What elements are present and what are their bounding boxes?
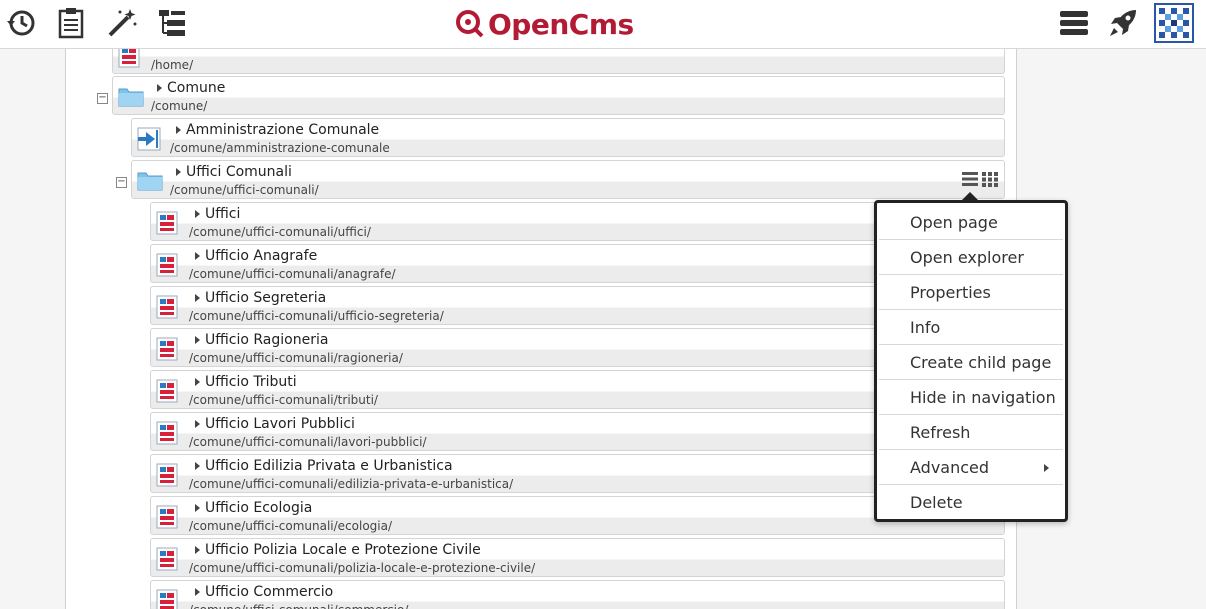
context-menu-item-label: Open page: [910, 213, 998, 232]
tree-row-title: Ufficio Segreteria: [205, 290, 327, 306]
tree-row-path: /comune/uffici-comunali/commercio/: [189, 603, 408, 609]
page-icon: [118, 49, 142, 68]
context-menu-item-label: Hide in navigation: [910, 388, 1056, 407]
tree-row-title: Comune: [167, 80, 226, 96]
opencms-logo: OpenCms: [454, 6, 634, 42]
tree-row-path: /comune/uffici-comunali/tributi/: [189, 393, 378, 407]
expand-arrow-icon[interactable]: [195, 546, 200, 554]
folder-icon: [118, 85, 144, 107]
tree-row-path: /home/: [151, 58, 194, 72]
expand-arrow-icon[interactable]: [195, 504, 200, 512]
submenu-arrow-icon: [1044, 464, 1049, 472]
menu-icon[interactable]: [1056, 5, 1092, 41]
context-menu-item-label: Refresh: [910, 423, 971, 442]
sitemap-icon[interactable]: [154, 5, 190, 41]
tree-row[interactable]: Comune/comune/: [112, 76, 1005, 115]
context-menu: Open page Open explorer Properties Info Crea…: [874, 200, 1068, 522]
expand-arrow-icon[interactable]: [176, 168, 181, 176]
context-menu-item-label: Advanced: [910, 458, 990, 477]
tree-row[interactable]: Ufficio Commercio/comune/uffici-comunali…: [150, 580, 1005, 609]
tree-row-title: Ufficio Lavori Pubblici: [205, 416, 355, 432]
page-icon: [156, 211, 180, 235]
context-menu-item-label: Create child page: [910, 353, 1052, 372]
tree-row-path: /comune/amministrazione-comunale: [170, 141, 390, 155]
context-menu-item-label: Open explorer: [910, 248, 1024, 267]
context-menu-item-label: Properties: [910, 283, 991, 302]
page-icon: [156, 337, 180, 361]
tree-row-path: /comune/uffici-comunali/edilizia-privata…: [189, 477, 514, 491]
collapse-toggle[interactable]: −: [116, 177, 127, 188]
expand-arrow-icon[interactable]: [195, 378, 200, 386]
context-menu-item-open-page[interactable]: Open page: [879, 205, 1063, 240]
context-menu-item-open-explorer[interactable]: Open explorer: [879, 240, 1063, 275]
expand-arrow-icon[interactable]: [195, 294, 200, 302]
page-icon: [156, 589, 180, 609]
tree-row-path: /comune/uffici-comunali/uffici/: [189, 225, 371, 239]
user-avatar-icon[interactable]: [1154, 3, 1194, 43]
expand-arrow-icon[interactable]: [195, 252, 200, 260]
tree-row-title: Uffici: [205, 206, 241, 222]
tree-row-title: Uffici Comunali: [186, 164, 292, 180]
tree-row-title: Amministrazione Comunale: [186, 122, 380, 138]
history-icon[interactable]: [3, 5, 39, 41]
grid-icon[interactable]: [982, 171, 998, 191]
opencms-logo-icon: [456, 10, 484, 38]
logo-text: OpenCms: [488, 7, 634, 41]
page-icon: [156, 421, 180, 445]
context-menu-item-label: Delete: [910, 493, 963, 512]
publish-rocket-icon[interactable]: [1105, 5, 1141, 41]
context-menu-list-icon[interactable]: [962, 171, 978, 191]
folder-icon: [137, 169, 163, 191]
context-menu-item-label: Info: [910, 318, 941, 337]
tree-row-title: Ufficio Anagrafe: [205, 248, 318, 264]
tree-row-title: Ufficio Polizia Locale e Protezione Civi…: [205, 542, 481, 558]
context-menu-item-delete[interactable]: Delete: [879, 485, 1063, 520]
tree-row-path: /comune/uffici-comunali/ecologia/: [189, 519, 393, 533]
expand-arrow-icon[interactable]: [195, 336, 200, 344]
context-menu-item-properties[interactable]: Properties: [879, 275, 1063, 310]
magic-wand-icon[interactable]: [104, 5, 140, 41]
top-toolbar: OpenCms: [0, 0, 1206, 49]
tree-row[interactable]: Ufficio Polizia Locale e Protezione Civi…: [150, 538, 1005, 577]
expand-arrow-icon[interactable]: [195, 210, 200, 218]
expand-arrow-icon[interactable]: [157, 84, 162, 92]
tree-row-title: Ufficio Ecologia: [205, 500, 313, 516]
context-menu-item-refresh[interactable]: Refresh: [879, 415, 1063, 450]
tree-row-title: Ufficio Ragioneria: [205, 332, 329, 348]
context-menu-item-hide-in-navigation[interactable]: Hide in navigation: [879, 380, 1063, 415]
tree-row-path: /comune/uffici-comunali/anagrafe/: [189, 267, 396, 281]
tree-row[interactable]: /home/: [112, 49, 1005, 74]
tree-row-path: /comune/: [151, 99, 208, 113]
expand-arrow-icon[interactable]: [195, 588, 200, 596]
page-icon: [156, 379, 180, 403]
redirect-page-icon: [137, 127, 161, 151]
collapse-toggle[interactable]: −: [97, 93, 108, 104]
tree-row-title: Ufficio Edilizia Privata e Urbanistica: [205, 458, 453, 474]
page-icon: [156, 505, 180, 529]
tree-row-title: Ufficio Commercio: [205, 584, 334, 600]
tree-row-path: /comune/uffici-comunali/lavori-pubblici/: [189, 435, 427, 449]
tree-row-path: /comune/uffici-comunali/ragioneria/: [189, 351, 403, 365]
context-menu-item-info[interactable]: Info: [879, 310, 1063, 345]
tree-row-path: /comune/uffici-comunali/ufficio-segreter…: [189, 309, 444, 323]
tree-row-title: Ufficio Tributi: [205, 374, 297, 390]
tree-row[interactable]: Amministrazione Comunale/comune/amminist…: [131, 118, 1005, 157]
expand-arrow-icon[interactable]: [195, 462, 200, 470]
row-options: [962, 171, 998, 191]
page-icon: [156, 463, 180, 487]
tree-row[interactable]: Uffici Comunali/comune/uffici-comunali/: [131, 160, 1005, 199]
tree-row-path: /comune/uffici-comunali/polizia-locale-e…: [189, 561, 536, 575]
expand-arrow-icon[interactable]: [176, 126, 181, 134]
clipboard-icon[interactable]: [53, 5, 89, 41]
tree-row-path: /comune/uffici-comunali/: [170, 183, 319, 197]
context-menu-item-advanced[interactable]: Advanced: [879, 450, 1063, 485]
page-icon: [156, 547, 180, 571]
page-icon: [156, 253, 180, 277]
context-menu-item-create-child-page[interactable]: Create child page: [879, 345, 1063, 380]
page-icon: [156, 295, 180, 319]
expand-arrow-icon[interactable]: [195, 420, 200, 428]
